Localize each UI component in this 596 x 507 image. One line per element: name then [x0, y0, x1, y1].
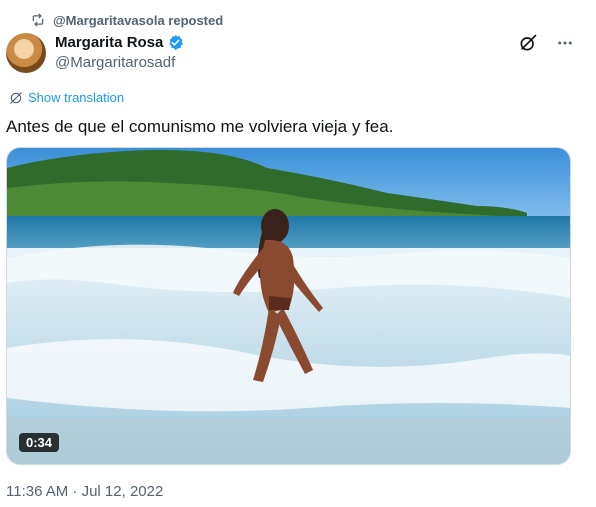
avatar[interactable] [6, 33, 46, 73]
author-name[interactable]: Margarita Rosa [55, 34, 163, 51]
show-translation-link[interactable]: Show translation [9, 90, 124, 105]
author-name-row[interactable]: Margarita Rosa [55, 34, 184, 51]
more-dots-icon[interactable] [556, 34, 574, 57]
video-player[interactable]: 0:34 [6, 147, 571, 465]
tweet-timestamp[interactable]: 11:36 AM · Jul 12, 2022 [6, 483, 163, 500]
author-handle[interactable]: @Margaritarosadf [55, 54, 175, 71]
tweet-text: Antes de que el comunismo me volviera vi… [6, 117, 394, 136]
slash-circle-icon[interactable] [518, 33, 538, 58]
translate-icon [10, 91, 22, 104]
video-thumbnail [7, 148, 570, 464]
repost-text: @Margaritavasola reposted [53, 12, 224, 28]
video-duration-badge: 0:34 [19, 433, 60, 452]
show-translation-label[interactable]: Show translation [28, 90, 124, 105]
repost-icon [32, 13, 44, 27]
repost-header[interactable]: @Margaritavasola reposted [31, 11, 223, 29]
verified-badge-icon [167, 34, 184, 51]
tweet-top-actions [518, 33, 574, 58]
